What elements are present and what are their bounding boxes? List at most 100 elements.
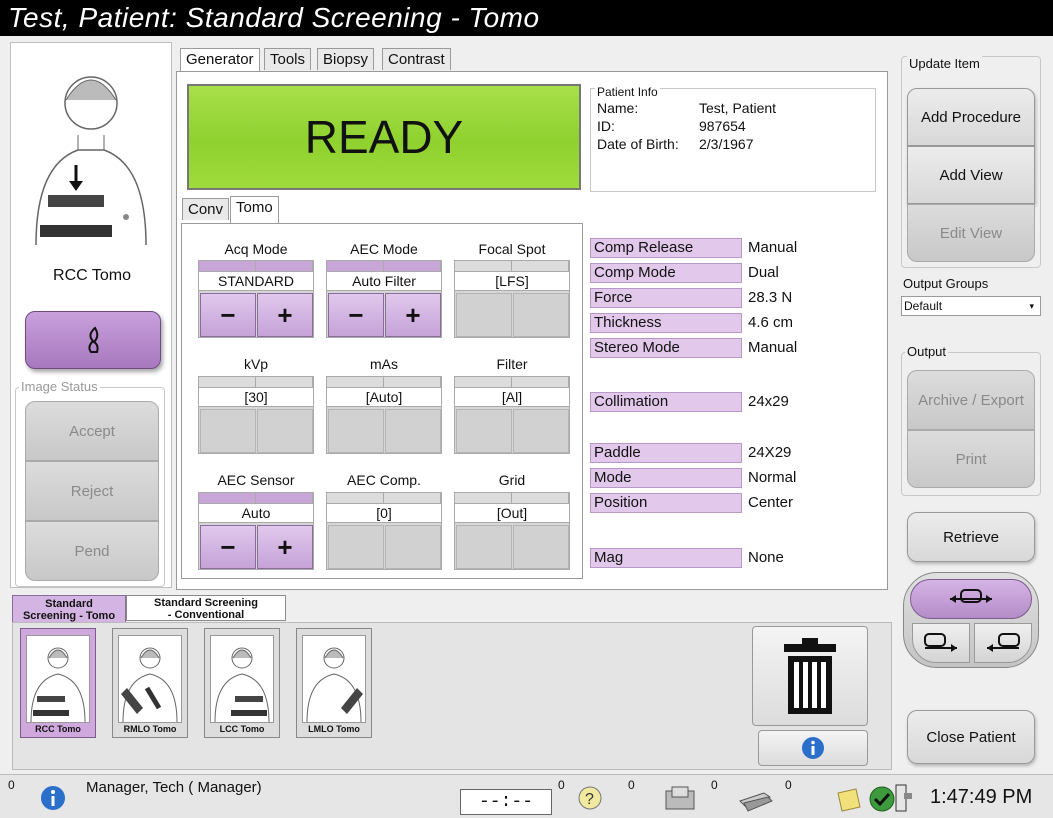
subtab-tomo[interactable]: Tomo <box>230 196 279 224</box>
procedure-tab-standard-conventional[interactable]: Standard Screening - Conventional <box>126 595 286 621</box>
prop-value-collimation: 24x29 <box>748 393 789 410</box>
acq-mode-minus-button[interactable]: − <box>200 293 256 337</box>
kvp-value: [30] <box>199 387 313 407</box>
aec-sensor-label: AEC Sensor <box>217 472 295 488</box>
printer-icon[interactable] <box>734 783 774 813</box>
filter-right-cell <box>513 409 569 453</box>
info-icon[interactable] <box>40 785 66 811</box>
prop-name-position: Position <box>590 493 742 513</box>
prop-name-force: Force <box>590 288 742 308</box>
properties-list: Comp Release Manual Comp Mode Dual Force… <box>590 238 880 578</box>
aec-mode-plus-button[interactable]: + <box>385 293 441 337</box>
print-button[interactable]: Print <box>907 430 1035 488</box>
info-count: 0 <box>8 778 15 792</box>
subtab-conv[interactable]: Conv <box>182 198 230 220</box>
tab-tools[interactable]: Tools <box>264 48 312 70</box>
aec-sensor-plus-button[interactable]: + <box>257 525 313 569</box>
procedure-tab-standard-tomo[interactable]: Standard Screening - Tomo <box>12 595 126 623</box>
aec-mode-value: Auto Filter <box>327 271 441 291</box>
aec-comp-value: [0] <box>327 503 441 523</box>
aec-sensor-minus-button[interactable]: − <box>200 525 256 569</box>
rcc-view-icon <box>30 647 86 723</box>
mas-control: [Auto] <box>326 376 442 454</box>
patient-positioning-icon <box>35 76 147 245</box>
archive-export-button[interactable]: Archive / Export <box>907 370 1035 430</box>
paddle-left-button[interactable] <box>912 623 970 663</box>
kvp-control: [30] <box>198 376 314 454</box>
name-label: Name: <box>597 100 639 116</box>
focal-spot-control: [LFS] <box>454 260 570 338</box>
prop-value-thickness: 4.6 cm <box>748 314 794 331</box>
add-procedure-button[interactable]: Add Procedure <box>907 88 1035 146</box>
chevron-down-icon: ▾ <box>1029 301 1034 311</box>
aec-sensor-value: Auto <box>199 503 313 523</box>
count-2: 0 <box>628 778 635 792</box>
aec-mode-control[interactable]: Auto Filter − + <box>326 260 442 338</box>
system-icon[interactable] <box>660 783 700 813</box>
patient-dob: 2/3/1967 <box>699 136 754 152</box>
rmlo-view-icon <box>121 647 178 723</box>
thumbnail-rcc-tomo[interactable]: RCC Tomo <box>20 628 96 738</box>
info-button[interactable] <box>758 730 868 766</box>
prop-name-stereo-mode: Stereo Mode <box>590 338 742 358</box>
tab-contrast[interactable]: Contrast <box>382 48 451 70</box>
procedure-tab-2-line2: - Conventional <box>167 609 245 621</box>
help-icon[interactable]: ? <box>577 785 603 811</box>
dob-label: Date of Birth: <box>597 136 679 152</box>
update-item-legend: Update Item <box>907 56 982 71</box>
procedure-tab-1-line2: Screening - Tomo <box>22 610 116 622</box>
grid-label: Grid <box>498 472 526 488</box>
left-panel: RCC Tomo Image Status Accept Reject Pend <box>10 42 172 588</box>
aec-comp-label: AEC Comp. <box>347 472 421 488</box>
close-patient-button[interactable]: Close Patient <box>907 710 1035 764</box>
count-3: 0 <box>711 778 718 792</box>
kvp-left-cell <box>200 409 256 453</box>
prop-name-comp-release: Comp Release <box>590 238 742 258</box>
tab-generator[interactable]: Generator <box>180 48 260 72</box>
thumbnail-rmlo-tomo[interactable]: RMLO Tomo <box>112 628 188 738</box>
reject-button[interactable]: Reject <box>25 461 159 521</box>
lcc-view-icon <box>214 647 270 723</box>
acq-mode-value: STANDARD <box>199 271 313 291</box>
aec-mode-minus-button[interactable]: − <box>328 293 384 337</box>
prop-value-mag: None <box>748 549 784 566</box>
focal-spot-left-cell <box>456 293 512 337</box>
kvp-label: kVp <box>243 356 269 372</box>
paddle-right-button[interactable] <box>974 623 1032 663</box>
grid-left-cell <box>456 525 512 569</box>
acq-mode-label: Acq Mode <box>224 241 288 257</box>
acq-mode-control[interactable]: STANDARD − + <box>198 260 314 338</box>
add-view-button[interactable]: Add View <box>907 146 1035 204</box>
edit-view-button[interactable]: Edit View <box>907 204 1035 262</box>
aec-sensor-control[interactable]: Auto − + <box>198 492 314 570</box>
grid-control: [Out] <box>454 492 570 570</box>
acq-mode-plus-button[interactable]: + <box>257 293 313 337</box>
info-icon <box>802 737 824 759</box>
focal-spot-value: [LFS] <box>455 271 569 291</box>
pend-button[interactable]: Pend <box>25 521 159 581</box>
aec-comp-left-cell <box>328 525 384 569</box>
thumbnail-lmlo-tomo[interactable]: LMLO Tomo <box>296 628 372 738</box>
procedure-tab-2-line1: Standard Screening <box>154 597 258 609</box>
output-groups-select[interactable]: Default ▾ <box>901 296 1041 316</box>
device-icon[interactable] <box>892 783 916 815</box>
expose-button[interactable] <box>25 311 161 369</box>
paddle-center-button[interactable] <box>910 579 1032 619</box>
accept-button[interactable]: Accept <box>25 401 159 461</box>
filter-value: [Al] <box>455 387 569 407</box>
mas-left-cell <box>328 409 384 453</box>
aec-comp-right-cell <box>385 525 441 569</box>
kvp-right-cell <box>257 409 313 453</box>
paddle-shift-control <box>903 572 1039 668</box>
prop-value-comp-release: Manual <box>748 239 798 256</box>
grid-value: [Out] <box>455 503 569 523</box>
output-groups-value: Default <box>904 299 943 313</box>
prop-value-comp-mode: Dual <box>748 264 779 281</box>
tab-biopsy[interactable]: Biopsy <box>317 48 375 70</box>
delete-button[interactable] <box>752 626 868 726</box>
procedure-tab-1-line1: Standard <box>45 598 93 610</box>
retrieve-button[interactable]: Retrieve <box>907 512 1035 562</box>
notes-icon[interactable] <box>834 787 864 813</box>
thumbnail-lcc-tomo[interactable]: LCC Tomo <box>204 628 280 738</box>
trash-icon <box>784 638 836 714</box>
